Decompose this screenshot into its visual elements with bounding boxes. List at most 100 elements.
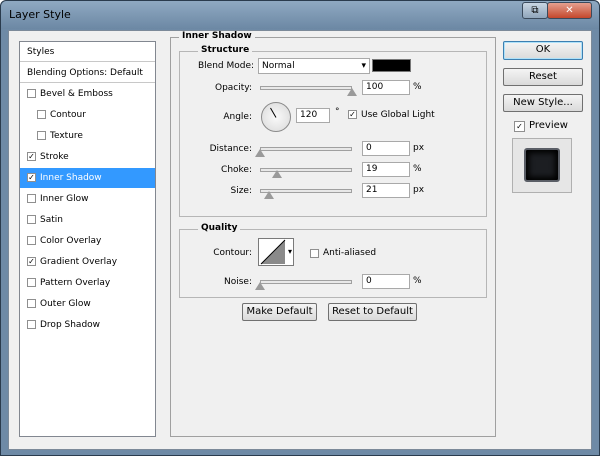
angle-dial-needle — [270, 107, 277, 118]
size-unit: px — [413, 185, 425, 195]
blending-options-item[interactable]: Blending Options: Default — [20, 63, 155, 83]
angle-unit: ° — [335, 107, 340, 117]
style-item-contour[interactable]: Contour — [20, 105, 155, 125]
layer-style-window: Layer Style ⧉ ✕ Styles Blending Options:… — [0, 0, 600, 456]
distance-input[interactable]: 0 — [362, 141, 410, 156]
style-item-outer-glow[interactable]: Outer Glow — [20, 294, 155, 314]
chevron-down-icon: ▾ — [361, 61, 366, 71]
quality-group: Quality Contour: ▾ Anti-aliased Noise: 0… — [179, 223, 487, 298]
pattern-overlay-checkbox[interactable] — [27, 278, 36, 287]
distance-unit: px — [413, 143, 425, 153]
style-item-satin[interactable]: Satin — [20, 210, 155, 230]
style-item-stroke[interactable]: ✓ Stroke — [20, 147, 155, 167]
dialog-body: Styles Blending Options: Default Bevel &… — [8, 30, 592, 450]
gradient-overlay-checkbox[interactable]: ✓ — [27, 257, 36, 266]
choke-unit: % — [413, 164, 422, 174]
close-icon[interactable]: ✕ — [547, 2, 592, 19]
contour-label: Contour: — [213, 248, 252, 258]
size-input[interactable]: 21 — [362, 183, 410, 198]
contour-picker[interactable]: ▾ — [258, 238, 294, 266]
ok-button[interactable]: OK — [503, 41, 583, 60]
reset-to-default-button[interactable]: Reset to Default — [328, 303, 417, 321]
style-item-drop-shadow[interactable]: Drop Shadow — [20, 315, 155, 335]
distance-slider-track[interactable] — [260, 147, 352, 151]
styles-list: Styles Blending Options: Default Bevel &… — [19, 41, 156, 437]
style-item-label: Contour — [50, 110, 86, 120]
choke-input[interactable]: 19 — [362, 162, 410, 177]
structure-group: Structure Blend Mode: Normal ▾ Opacity: … — [179, 45, 487, 217]
reset-button[interactable]: Reset — [503, 68, 583, 86]
inner-shadow-checkbox[interactable]: ✓ — [27, 173, 36, 182]
restore-icon[interactable]: ⧉ — [522, 2, 548, 19]
style-item-label: Stroke — [40, 152, 69, 162]
contour-checkbox[interactable] — [37, 110, 46, 119]
title-bar[interactable]: Layer Style ⧉ ✕ — [1, 1, 599, 29]
texture-checkbox[interactable] — [37, 131, 46, 140]
style-item-label: Satin — [40, 215, 63, 225]
quality-title: Quality — [198, 223, 241, 233]
noise-label: Noise: — [224, 277, 252, 287]
bevel-emboss-checkbox[interactable] — [27, 89, 36, 98]
style-item-texture[interactable]: Texture — [20, 126, 155, 146]
opacity-slider-thumb[interactable] — [347, 88, 357, 96]
preview-swatch — [524, 148, 560, 182]
shadow-color-swatch[interactable] — [372, 59, 411, 72]
preview-checkbox[interactable]: ✓ — [514, 121, 525, 132]
blend-mode-value: Normal — [262, 61, 295, 71]
make-default-button[interactable]: Make Default — [242, 303, 317, 321]
angle-label: Angle: — [223, 112, 252, 122]
style-item-bevel-emboss[interactable]: Bevel & Emboss — [20, 84, 155, 104]
opacity-slider-track[interactable] — [260, 86, 352, 90]
anti-aliased-checkbox[interactable] — [310, 249, 319, 258]
style-item-label: Inner Shadow — [40, 173, 102, 183]
blend-mode-select[interactable]: Normal ▾ — [258, 58, 370, 74]
use-global-light-checkbox[interactable]: ✓ — [348, 110, 357, 119]
style-item-label: Bevel & Emboss — [40, 89, 113, 99]
style-item-pattern-overlay[interactable]: Pattern Overlay — [20, 273, 155, 293]
opacity-unit: % — [413, 82, 422, 92]
new-style-button[interactable]: New Style... — [503, 94, 583, 112]
noise-slider-track[interactable] — [260, 280, 352, 284]
preview-label: Preview — [529, 120, 568, 131]
window-title: Layer Style — [9, 8, 71, 21]
size-label: Size: — [230, 186, 252, 196]
distance-slider-thumb[interactable] — [255, 149, 265, 157]
stroke-checkbox[interactable]: ✓ — [27, 152, 36, 161]
chevron-down-icon: ▾ — [287, 247, 292, 256]
outer-glow-checkbox[interactable] — [27, 299, 36, 308]
blend-mode-label: Blend Mode: — [198, 61, 255, 71]
noise-slider-thumb[interactable] — [255, 282, 265, 290]
inner-shadow-panel: Inner Shadow Structure Blend Mode: Norma… — [170, 31, 496, 437]
style-item-label: Outer Glow — [40, 299, 91, 309]
use-global-light-label: Use Global Light — [361, 110, 435, 120]
size-slider-thumb[interactable] — [264, 191, 275, 199]
style-item-inner-glow[interactable]: Inner Glow — [20, 189, 155, 209]
anti-aliased-label: Anti-aliased — [323, 248, 377, 258]
style-item-label: Inner Glow — [40, 194, 89, 204]
choke-slider-thumb[interactable] — [272, 170, 283, 178]
opacity-label: Opacity: — [215, 83, 252, 93]
style-item-inner-shadow[interactable]: ✓ Inner Shadow — [20, 168, 155, 188]
style-item-label: Texture — [50, 131, 83, 141]
style-item-label: Color Overlay — [40, 236, 102, 246]
drop-shadow-checkbox[interactable] — [27, 320, 36, 329]
distance-label: Distance: — [209, 144, 252, 154]
style-item-label: Pattern Overlay — [40, 278, 111, 288]
inner-shadow-title: Inner Shadow — [179, 31, 255, 41]
inner-glow-checkbox[interactable] — [27, 194, 36, 203]
angle-dial[interactable] — [261, 102, 291, 132]
noise-unit: % — [413, 276, 422, 286]
opacity-input[interactable]: 100 — [362, 80, 410, 95]
choke-label: Choke: — [221, 165, 252, 175]
styles-header[interactable]: Styles — [20, 42, 155, 62]
style-item-label: Drop Shadow — [40, 320, 101, 330]
preview-thumbnail — [512, 138, 572, 193]
structure-title: Structure — [198, 45, 253, 55]
noise-input[interactable]: 0 — [362, 274, 410, 289]
color-overlay-checkbox[interactable] — [27, 236, 36, 245]
contour-curve-icon — [260, 239, 286, 265]
angle-input[interactable]: 120 — [296, 108, 330, 123]
style-item-color-overlay[interactable]: Color Overlay — [20, 231, 155, 251]
satin-checkbox[interactable] — [27, 215, 36, 224]
style-item-gradient-overlay[interactable]: ✓ Gradient Overlay — [20, 252, 155, 272]
